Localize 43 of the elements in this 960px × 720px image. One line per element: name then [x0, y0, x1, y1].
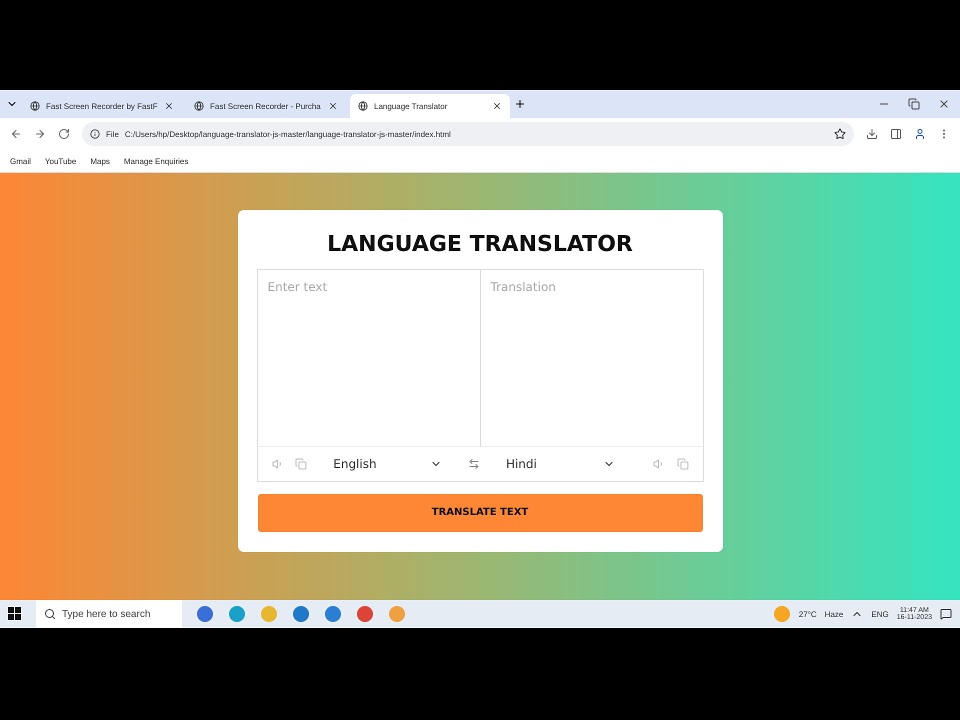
close-icon[interactable] — [492, 101, 502, 111]
target-language-select[interactable]: Hindi — [506, 456, 615, 470]
scheme-label: File — [106, 130, 119, 138]
side-panel-icon[interactable] — [890, 128, 902, 140]
globe-icon — [30, 101, 40, 111]
language-indicator[interactable]: ENG — [871, 610, 889, 618]
new-tab-icon[interactable] — [514, 98, 526, 110]
reload-icon[interactable] — [58, 128, 70, 140]
star-icon[interactable] — [834, 128, 846, 140]
translate-button[interactable]: TRANSLATE TEXT — [258, 494, 702, 532]
weather-condition: Haze — [824, 610, 844, 618]
windows-icon[interactable] — [8, 607, 22, 621]
close-icon[interactable] — [328, 101, 338, 111]
tab-title: Language Translator — [374, 102, 448, 110]
swap-icon[interactable] — [468, 458, 480, 470]
close-icon[interactable] — [164, 101, 174, 111]
close-icon[interactable] — [938, 98, 950, 110]
notification-icon[interactable] — [940, 608, 952, 620]
profile-icon[interactable] — [914, 128, 926, 140]
bookmark[interactable]: Gmail — [10, 156, 31, 166]
browser-tab[interactable]: Fast Screen Recorder by FastF — [22, 94, 182, 118]
bookmark[interactable]: Maps — [90, 156, 110, 166]
address-bar[interactable]: File C:/Users/hp/Desktop/language-translator-js-master/language-translator-js-master/index.html — [82, 122, 854, 146]
download-icon[interactable] — [866, 128, 878, 140]
bookmark[interactable]: Manage Enquiries — [124, 156, 188, 166]
tab-title: Fast Screen Recorder - Purcha — [210, 102, 322, 110]
taskbar-search-field[interactable]: Type here to search — [36, 600, 182, 628]
tab-title: Fast Screen Recorder by FastF — [46, 102, 158, 110]
search-icon — [44, 608, 56, 620]
globe-icon — [194, 101, 204, 111]
weather-temperature: 27°C — [798, 610, 817, 618]
url-text: C:/Users/hp/Desktop/language-translator-js-master/language-translator-js-master/index.html — [124, 130, 452, 138]
restore-icon[interactable] — [908, 98, 920, 110]
globe-icon — [358, 101, 368, 111]
page-title: LANGUAGE TRANSLATOR — [327, 232, 633, 256]
info-icon[interactable] — [90, 129, 100, 139]
forward-icon[interactable] — [34, 128, 46, 140]
browser-tab[interactable]: Language Translator — [350, 94, 510, 118]
back-icon[interactable] — [10, 128, 22, 140]
bookmark[interactable]: YouTube — [44, 156, 76, 166]
source-language-select[interactable]: English — [333, 456, 442, 470]
translation-panel[interactable]: Enter text Translation English Hindi — [256, 268, 704, 482]
browser-tab[interactable]: Fast Screen Recorder - Purcha — [186, 94, 346, 118]
